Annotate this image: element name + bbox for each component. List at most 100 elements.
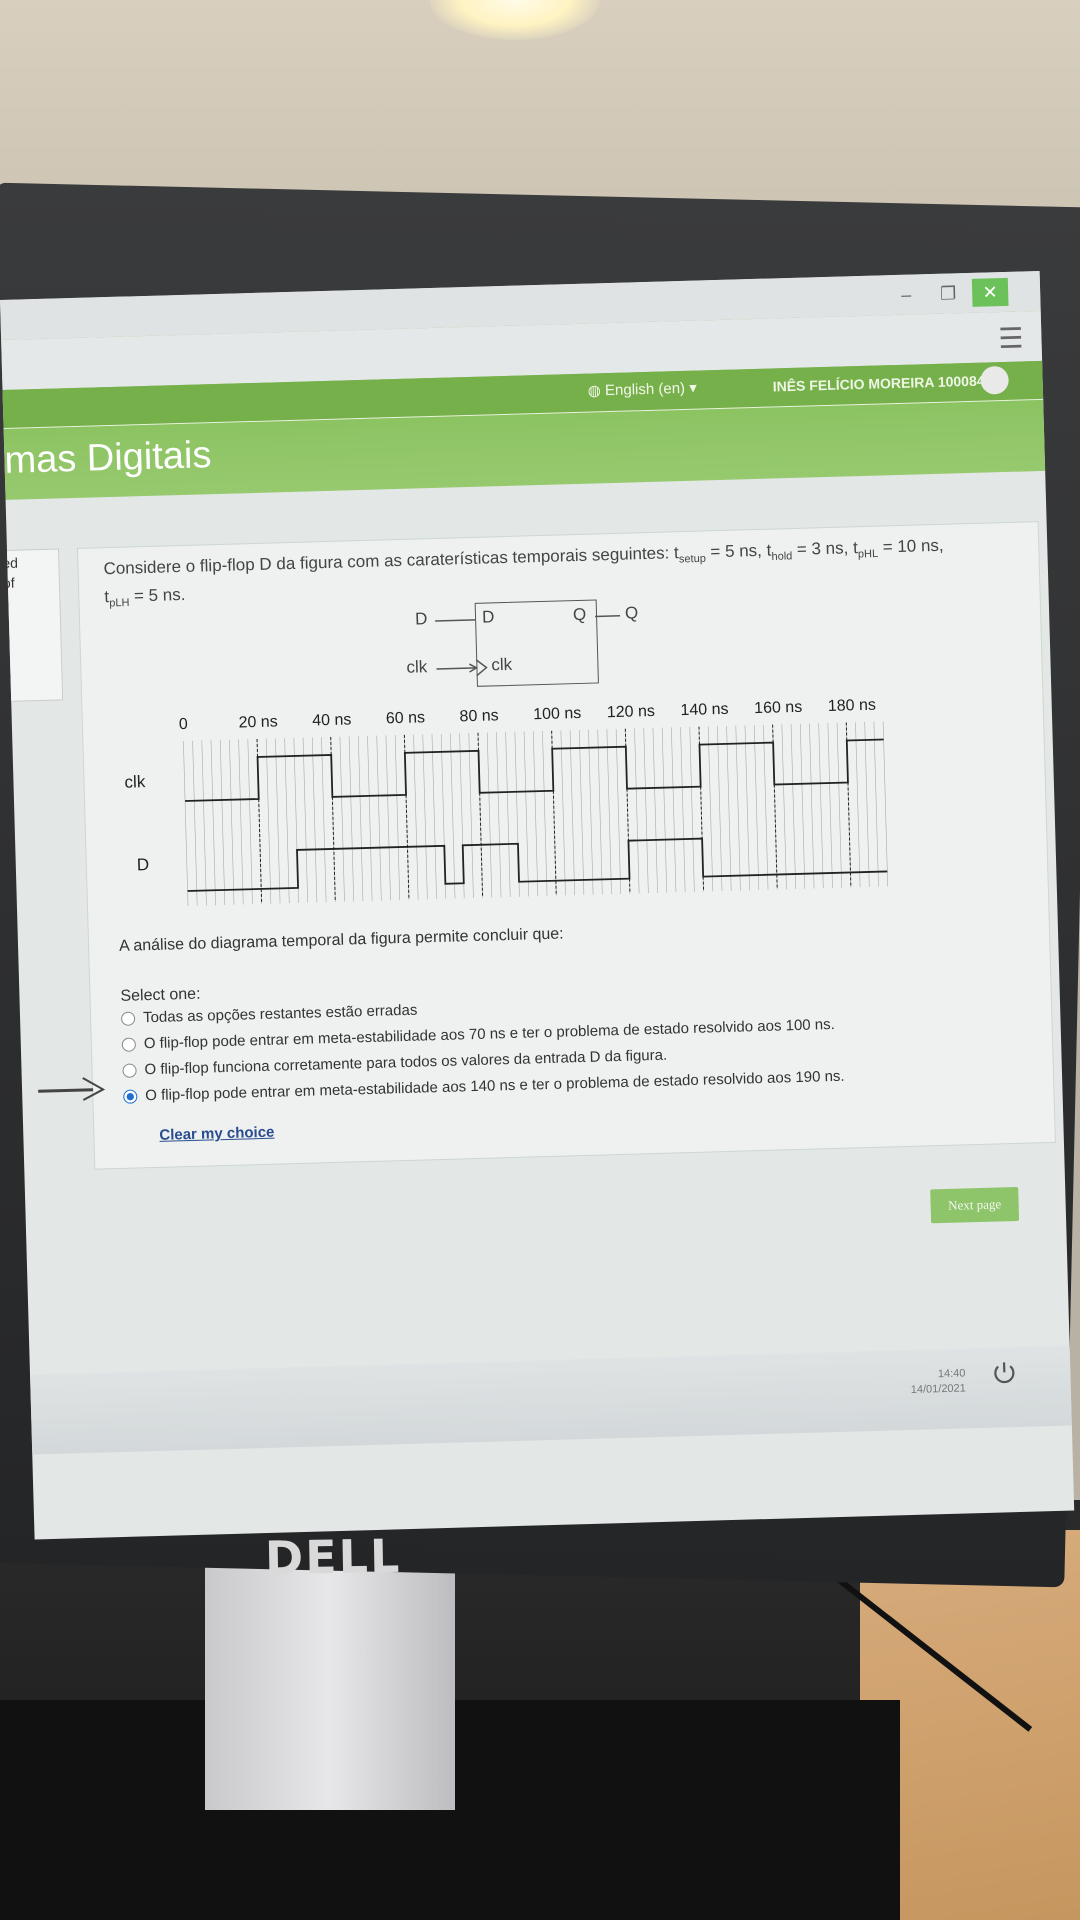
x-tick-label: 160 ns [754, 699, 803, 717]
grid-line [836, 722, 842, 888]
grid-line [634, 728, 640, 894]
menu-icon[interactable]: ☰ [998, 321, 1024, 355]
grid-line [532, 731, 539, 897]
analysis-text: A análise do diagrama temporal da figura… [118, 925, 564, 955]
avatar[interactable] [980, 365, 1010, 395]
grid-line [311, 737, 318, 903]
grid-line [192, 740, 198, 906]
grid-line [717, 726, 723, 892]
grid-line [744, 725, 750, 891]
radio-option-1[interactable] [120, 1011, 136, 1026]
grid-line [873, 721, 879, 887]
x-tick-label: 80 ns [459, 707, 499, 725]
grid-line [680, 727, 686, 893]
question-card: Considere o flip-flop D da figura com as… [38, 521, 1056, 1170]
x-tick-label: 140 ns [680, 701, 729, 719]
grid-line [643, 728, 649, 894]
grid-line [671, 727, 677, 893]
tsetup-value: = 5 ns, t [705, 540, 772, 562]
grid-line [376, 735, 382, 901]
x-tick-label: 0 [179, 716, 188, 733]
close-button[interactable]: ✕ [971, 277, 1009, 307]
grid-line [339, 736, 345, 902]
language-label: English (en) ▾ [604, 379, 697, 400]
tsetup-sub: setup [678, 552, 707, 566]
grid-line [358, 736, 364, 902]
grid-line [505, 732, 511, 897]
series-d-label: D [137, 855, 150, 874]
grid-line [450, 733, 456, 899]
language-selector[interactable]: ◍ English (en) ▾ [588, 379, 697, 400]
x-tick-label: 100 ns [533, 705, 582, 723]
grid-line [486, 732, 493, 898]
radio-option-4[interactable] [123, 1089, 138, 1104]
minimize-button[interactable]: – [888, 280, 925, 309]
flipflop-input-clk: clk [406, 657, 428, 677]
globe-icon: ◍ [587, 382, 606, 400]
timing-diagram: 0 20 ns 40 ns 60 ns 80 ns 100 ns 120 ns 140 ns 1… [124, 697, 889, 906]
radio-option-3[interactable] [122, 1063, 137, 1078]
monitor-stand-neck [205, 1560, 455, 1810]
grid-line [707, 726, 714, 892]
thold-value: = 3 ns, t [791, 538, 859, 559]
grid-line [210, 740, 216, 906]
grid-line [882, 721, 889, 887]
grid-line [569, 730, 575, 896]
clear-choice-link[interactable]: Clear my choice [159, 1124, 274, 1144]
page-title: mas Digitais [3, 434, 212, 482]
grid-line [790, 724, 796, 890]
grid-line [689, 726, 695, 892]
screen: – ❐ ✕ ☰ ◍ English (en) ▾ INÊS FELÍCIO MO… [0, 270, 1075, 1540]
tplh-value: = 5 ns. [128, 585, 186, 606]
grid-line [799, 723, 806, 889]
taskbar-clock: 14:40 14/01/2021 [910, 1366, 966, 1398]
grid-line [422, 734, 428, 900]
grid-line [348, 736, 355, 902]
grid-line [560, 730, 566, 896]
grid-line [606, 729, 612, 895]
select-one-label: Select one: [120, 985, 201, 1005]
flipflop-diagram: D clk D Q clk Q [406, 591, 732, 690]
dell-logo: DELL [264, 1528, 402, 1586]
x-tick-label: 120 ns [607, 703, 656, 721]
next-page-button[interactable]: Next page [930, 1186, 1020, 1224]
taskbar: 14:40 14/01/2021 [30, 1345, 1072, 1455]
grid-line [321, 737, 327, 903]
flipflop-wires [435, 615, 621, 677]
grid-line [855, 722, 861, 888]
grid-line [578, 729, 585, 895]
grid-line [394, 735, 401, 901]
grid-line [523, 731, 529, 897]
radio-option-2[interactable] [121, 1037, 137, 1052]
grid-line [735, 725, 741, 891]
option-1-label: Todas as opções restantes estão erradas [142, 1001, 418, 1027]
clock-date: 14/01/2021 [910, 1382, 966, 1396]
grid-line [385, 735, 391, 901]
grid-line [818, 723, 824, 889]
grid-line [219, 740, 226, 905]
grid-line [763, 724, 769, 890]
grid-line [661, 727, 668, 893]
grid-line [652, 727, 658, 893]
question-intro: Considere o flip-flop D da figura com as… [103, 543, 680, 579]
answer-option-1[interactable]: Todas as opções restantes estão erradas [120, 1001, 418, 1032]
power-icon[interactable] [990, 1359, 1019, 1388]
grid-line [468, 733, 474, 899]
grid-line [265, 738, 272, 904]
clock-time: 14:40 [937, 1367, 966, 1381]
grid-line [726, 725, 732, 891]
flipflop-box-d: D [481, 607, 495, 627]
flipflop-box-q: Q [572, 604, 587, 625]
grid-line [302, 737, 308, 903]
tphl-value: = 10 ns, [877, 535, 944, 557]
flipflop-input-d: D [414, 609, 428, 629]
site-header: ☰ ◍ English (en) ▾ INÊS FELÍCIO MOREIRA … [1, 310, 1046, 500]
x-tick-label: 20 ns [238, 713, 278, 731]
grid-line [238, 739, 244, 905]
restore-button[interactable]: ❐ [930, 279, 967, 308]
thold-sub: hold [771, 550, 793, 563]
grid-line [588, 729, 594, 895]
user-menu[interactable]: INÊS FELÍCIO MOREIRA 100084 [772, 373, 984, 395]
tplh-sub: pLH [109, 597, 130, 610]
grid-line [183, 741, 189, 906]
